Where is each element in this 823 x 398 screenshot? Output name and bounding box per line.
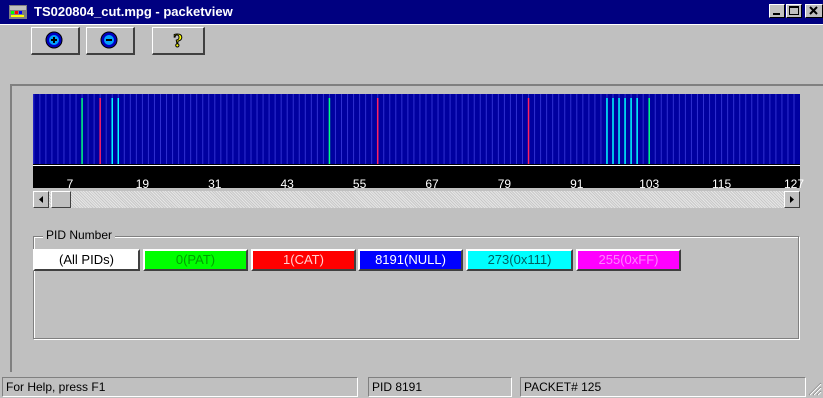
pid-button-label: 255(0xFF) <box>598 252 659 267</box>
arrow-left-icon <box>39 196 43 203</box>
minimize-button[interactable] <box>769 4 785 18</box>
main-window: TS020804_cut.mpg - packetview ? 7 19 31 … <box>0 0 823 398</box>
minimize-icon <box>773 13 780 15</box>
tick-label: 43 <box>280 177 294 191</box>
pid-button-cat[interactable]: 1(CAT) <box>251 249 356 271</box>
pid-button-null[interactable]: 8191(NULL) <box>358 249 463 271</box>
app-icon <box>9 5 27 19</box>
pid-button-label: 8191(NULL) <box>375 252 446 267</box>
pid-button-label: 0(PAT) <box>175 252 216 267</box>
strip-axis <box>33 165 800 166</box>
scroll-right-button[interactable] <box>784 191 800 208</box>
pid-button-0xff[interactable]: 255(0xFF) <box>576 249 681 271</box>
pid-button-0x111[interactable]: 273(0x111) <box>466 249 573 271</box>
pid-group-label: PID Number <box>43 228 116 242</box>
tick-label: 67 <box>425 177 439 191</box>
tick-label: 31 <box>208 177 222 191</box>
title-bar[interactable]: TS020804_cut.mpg - packetview <box>0 0 823 24</box>
window-title: TS020804_cut.mpg - packetview <box>34 4 233 19</box>
zoom-in-icon <box>45 31 63 49</box>
help-icon: ? <box>173 30 184 53</box>
tick-label: 91 <box>570 177 584 191</box>
svg-text:?: ? <box>173 30 183 52</box>
arrow-right-icon <box>790 196 794 203</box>
pid-button-pat[interactable]: 0(PAT) <box>143 249 248 271</box>
scroll-left-button[interactable] <box>33 191 49 208</box>
size-grip-icon <box>808 382 822 396</box>
tick-label: 127 <box>783 177 805 191</box>
horizontal-scrollbar[interactable] <box>33 191 800 208</box>
scroll-thumb[interactable] <box>51 191 71 208</box>
maximize-button[interactable] <box>786 4 802 18</box>
toolbar-separator <box>0 24 823 25</box>
tick-label: 7 <box>66 177 74 191</box>
pid-button-label: 1(CAT) <box>283 252 324 267</box>
pid-button-label: (All PIDs) <box>59 252 114 267</box>
close-icon <box>809 6 818 15</box>
status-bar: For Help, press F1 PID 8191 PACKET# 125 <box>0 375 823 398</box>
pid-button-all[interactable]: (All PIDs) <box>33 249 140 271</box>
tick-label: 19 <box>135 177 150 191</box>
maximize-icon <box>789 6 799 15</box>
tick-label: 79 <box>497 177 512 191</box>
tick-label: 115 <box>712 177 732 191</box>
status-pid: PID 8191 <box>368 377 512 397</box>
pid-button-label: 273(0x111) <box>487 252 552 267</box>
tick-label: 55 <box>352 177 367 191</box>
status-help-text: For Help, press F1 <box>2 377 358 397</box>
zoom-in-button[interactable] <box>31 27 80 55</box>
status-packet: PACKET# 125 <box>520 377 806 397</box>
close-button[interactable] <box>805 4 823 18</box>
help-button[interactable]: ? <box>152 27 205 55</box>
tick-label: 103 <box>639 177 660 191</box>
zoom-out-button[interactable] <box>86 27 135 55</box>
zoom-out-icon <box>100 31 118 49</box>
packet-strip[interactable] <box>33 94 800 188</box>
packet-bars <box>33 94 800 164</box>
